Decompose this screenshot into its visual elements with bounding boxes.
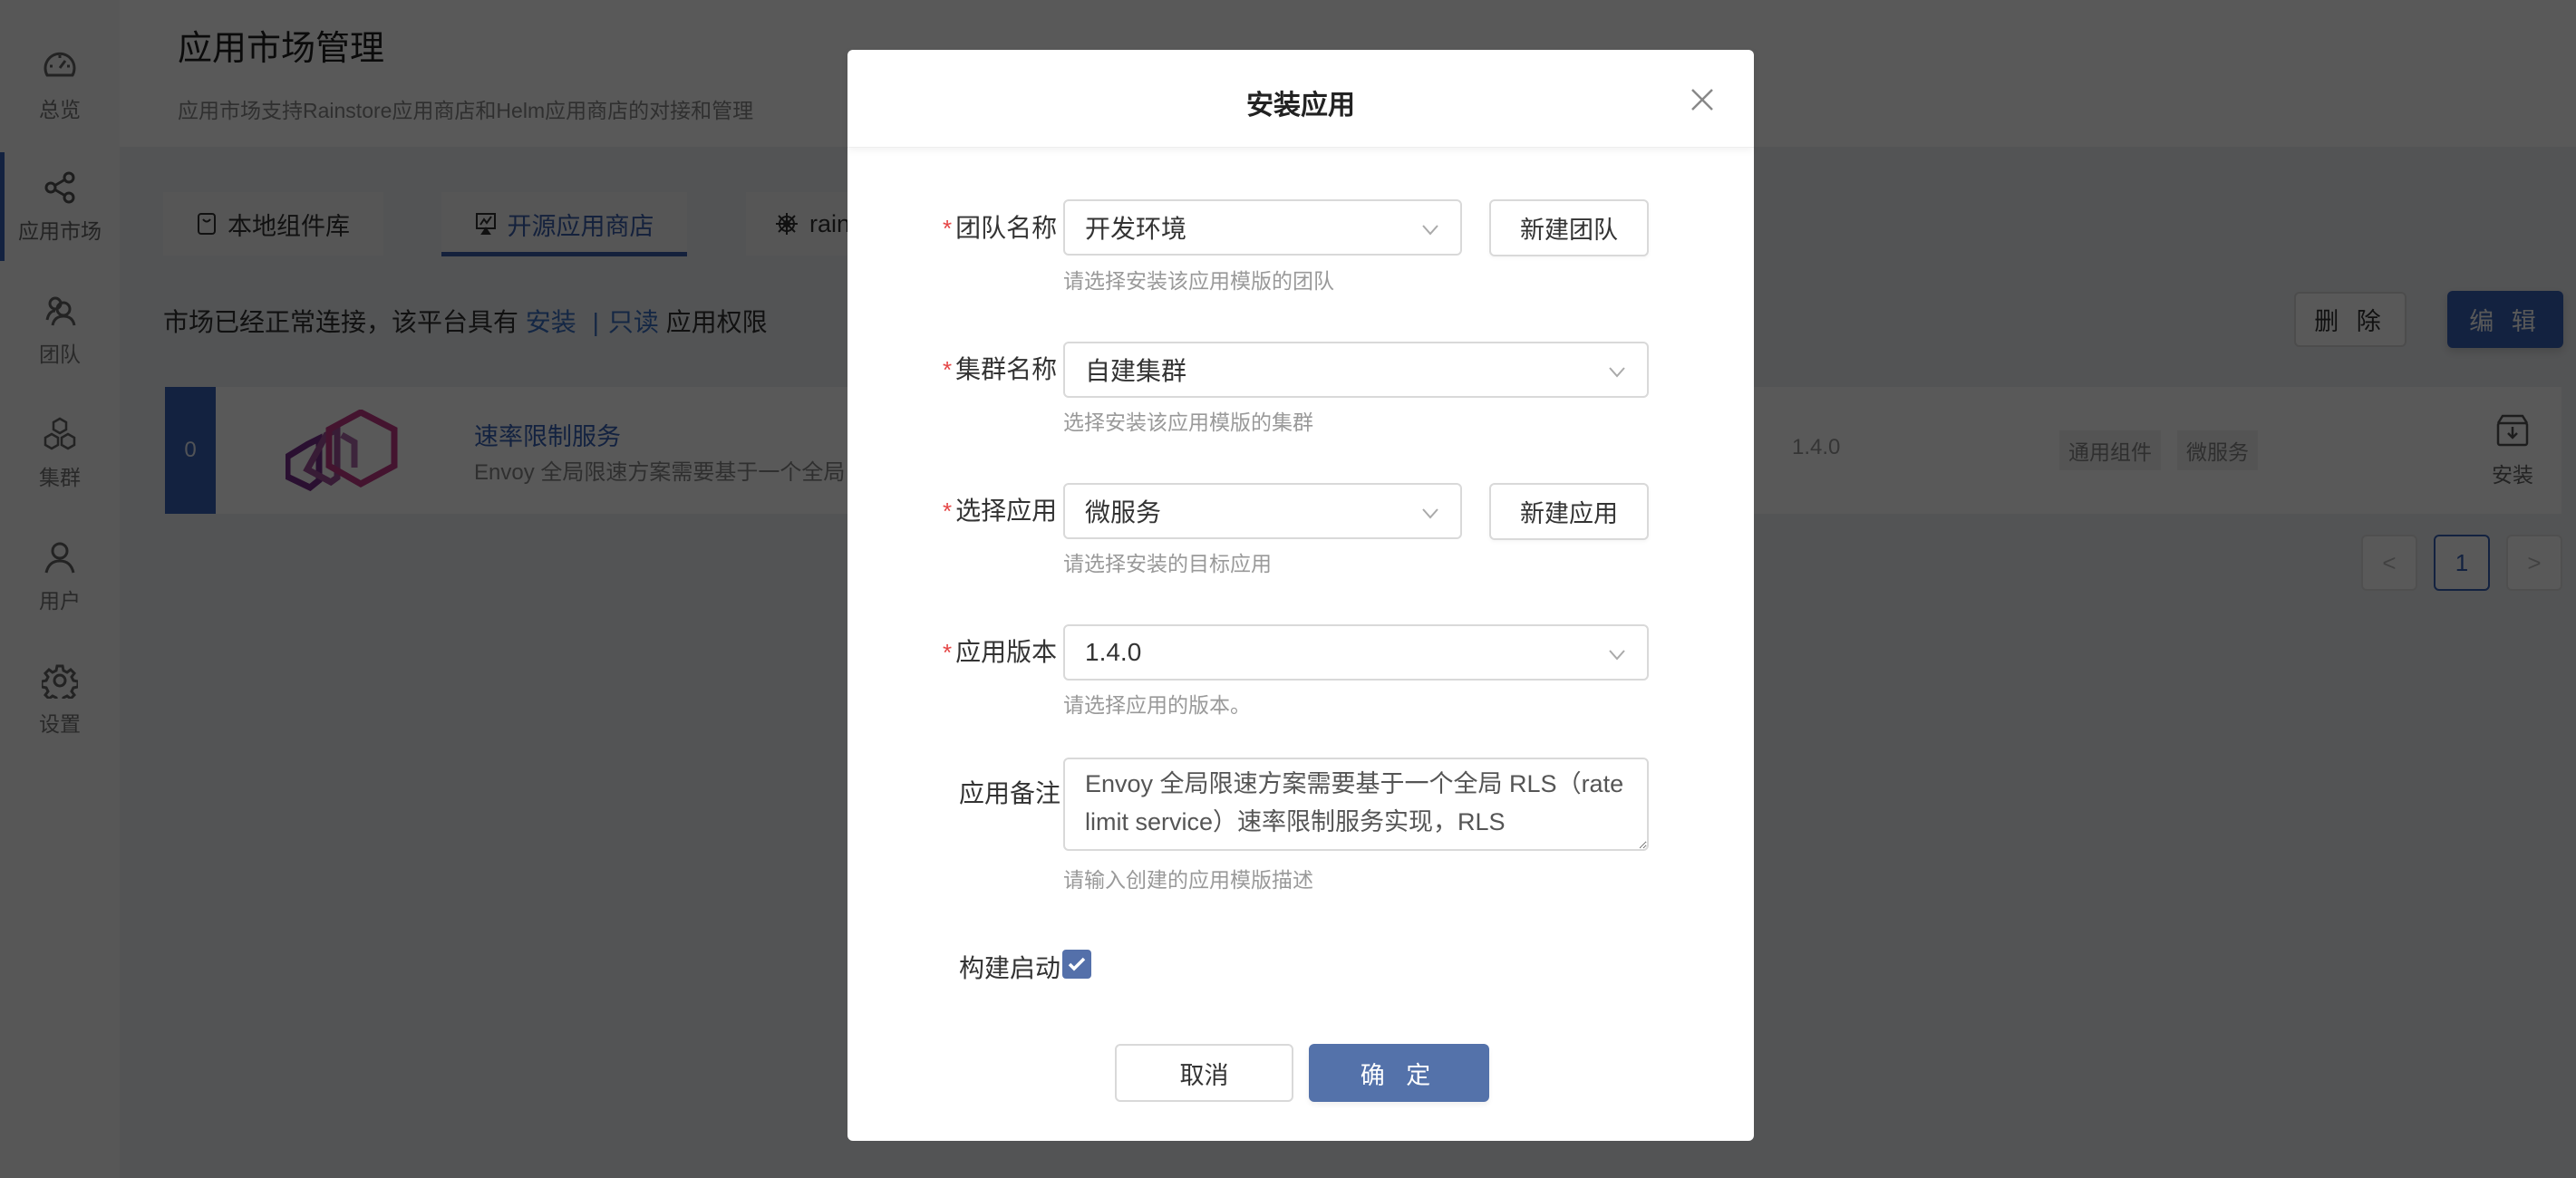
- label-text: 团队名称: [955, 214, 1058, 242]
- app-select[interactable]: 微服务: [1063, 483, 1462, 539]
- chevron-down-icon: [1422, 225, 1438, 236]
- modal-header: 安装应用: [847, 50, 1754, 148]
- checkmark-icon: [1068, 957, 1086, 971]
- confirm-button[interactable]: 确 定: [1309, 1044, 1489, 1102]
- chevron-down-icon: [1422, 508, 1438, 519]
- cluster-select-value: 自建集群: [1085, 357, 1187, 385]
- version-select[interactable]: 1.4.0: [1063, 624, 1649, 681]
- label-text: 应用版本: [955, 638, 1058, 666]
- team-hint: 请选择安装该应用模版的团队: [1063, 269, 1334, 293]
- app-select-value: 微服务: [1085, 498, 1162, 526]
- cluster-label: * 集群名称: [943, 350, 1057, 386]
- modal-title: 安装应用: [1246, 91, 1355, 121]
- cancel-button[interactable]: 取消: [1115, 1044, 1293, 1102]
- chevron-down-icon: [1609, 650, 1625, 661]
- new-team-button[interactable]: 新建团队: [1489, 199, 1649, 256]
- build-start-label: 构建启动: [959, 954, 1061, 982]
- app-label: * 选择应用: [943, 491, 1057, 527]
- chevron-down-icon: [1609, 367, 1625, 378]
- label-text: 选择应用: [955, 497, 1058, 525]
- close-icon[interactable]: [1687, 84, 1718, 115]
- note-label: 应用备注: [959, 779, 1061, 807]
- required-mark: *: [943, 497, 953, 525]
- team-select[interactable]: 开发环境: [1063, 199, 1462, 256]
- team-select-value: 开发环境: [1085, 215, 1187, 243]
- install-app-modal: 安装应用 * 团队名称 开发环境 新建团队 请选择安装该应用模版的团队 * 集群名称…: [847, 50, 1754, 1141]
- note-hint: 请输入创建的应用模版描述: [1063, 868, 1313, 892]
- version-hint: 请选择应用的版本。: [1063, 693, 1251, 717]
- required-mark: *: [943, 356, 953, 383]
- new-app-button[interactable]: 新建应用: [1489, 483, 1649, 540]
- app-hint: 请选择安装的目标应用: [1063, 552, 1272, 575]
- team-label: * 团队名称: [943, 208, 1057, 245]
- note-textarea[interactable]: Envoy 全局限速方案需要基于一个全局 RLS（rate limit serv…: [1063, 758, 1649, 851]
- cluster-select[interactable]: 自建集群: [1063, 342, 1649, 398]
- version-select-value: 1.4.0: [1085, 638, 1142, 666]
- build-start-checkbox[interactable]: [1062, 950, 1091, 979]
- cluster-hint: 选择安装该应用模版的集群: [1063, 410, 1313, 434]
- version-label: * 应用版本: [943, 632, 1057, 669]
- required-mark: *: [943, 639, 953, 666]
- required-mark: *: [943, 215, 953, 242]
- label-text: 集群名称: [955, 355, 1058, 383]
